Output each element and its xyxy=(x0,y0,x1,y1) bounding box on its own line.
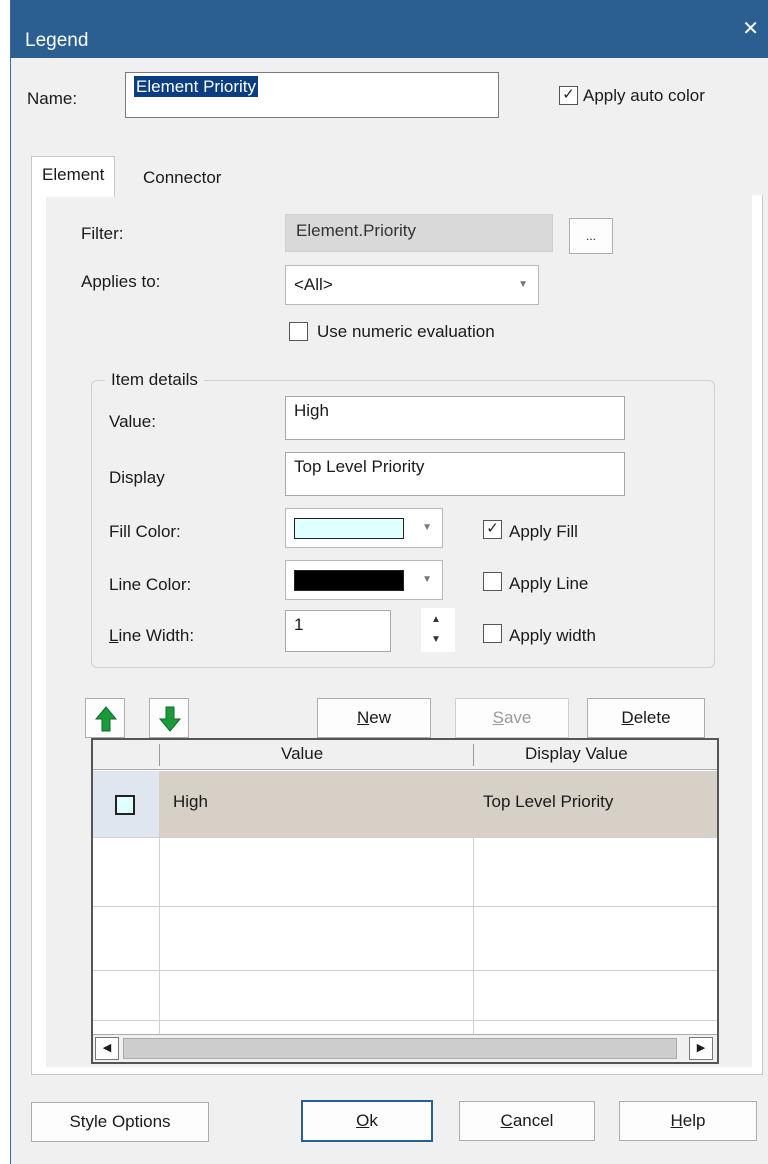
chevron-down-icon: ▼ xyxy=(422,574,432,585)
line-width-spinner: ▲ ▼ xyxy=(421,608,455,652)
filter-browse-button[interactable]: ... xyxy=(569,218,613,254)
column-header-display-value[interactable]: Display Value xyxy=(525,744,628,764)
move-up-button[interactable] xyxy=(85,698,125,738)
tab-strip: Element Connector xyxy=(31,154,763,197)
arrow-up-icon xyxy=(94,706,118,732)
name-input[interactable]: Element Priority xyxy=(125,72,499,118)
apply-line-checkbox[interactable] xyxy=(483,572,502,591)
scroll-left-icon[interactable]: ◀ xyxy=(95,1037,119,1060)
filter-field: Element.Priority xyxy=(285,214,553,252)
applies-to-label: Applies to: xyxy=(81,272,161,291)
line-color-swatch xyxy=(294,570,404,591)
apply-auto-color-label: Apply auto color xyxy=(583,86,705,105)
save-button-accel: S xyxy=(492,708,504,727)
new-button[interactable]: New xyxy=(317,698,431,738)
row-display-cell: Top Level Priority xyxy=(483,792,614,811)
spin-up-icon[interactable]: ▲ xyxy=(431,614,441,625)
tab-element-label: Element xyxy=(42,165,105,184)
value-input-text: High xyxy=(294,401,329,420)
title-bar: Legend ✕ xyxy=(11,0,768,58)
filter-browse-label: ... xyxy=(585,229,596,243)
numeric-eval-label: Use numeric evaluation xyxy=(317,322,495,341)
grid-row-line xyxy=(93,970,717,971)
applies-to-value: <All> xyxy=(294,275,333,294)
line-width-value: 1 xyxy=(294,615,304,634)
line-width-label: Line Width: xyxy=(109,626,194,646)
spin-down-icon[interactable]: ▼ xyxy=(431,634,441,645)
ok-button-accel: O xyxy=(356,1111,370,1130)
apply-width-checkbox[interactable] xyxy=(483,624,502,643)
scroll-right-icon[interactable]: ▶ xyxy=(689,1037,713,1060)
horizontal-scrollbar[interactable]: ◀ ▶ xyxy=(93,1034,717,1062)
value-input[interactable]: High xyxy=(285,396,625,440)
fill-color-picker[interactable]: ▼ xyxy=(285,508,443,548)
header-divider xyxy=(473,744,474,766)
line-color-picker[interactable]: ▼ xyxy=(285,560,443,600)
grid-column-line xyxy=(473,837,474,1035)
tab-connector[interactable]: Connector xyxy=(133,160,232,196)
legend-dialog: Legend ✕ Name: Element Priority ✓ Apply … xyxy=(10,0,768,1164)
row-value-cell: High xyxy=(173,792,208,811)
filter-value: Element.Priority xyxy=(296,221,416,240)
value-label: Value: xyxy=(109,412,156,431)
legend-items-grid: Value Display Value High Top Level Prior… xyxy=(91,738,719,1064)
fill-color-swatch xyxy=(294,518,404,539)
style-options-button[interactable]: Style Options xyxy=(31,1102,209,1142)
name-input-value: Element Priority xyxy=(134,76,258,97)
header-divider xyxy=(159,744,160,766)
cancel-button-accel: C xyxy=(500,1111,513,1130)
apply-fill-checkbox[interactable]: ✓ xyxy=(483,520,502,539)
line-width-input[interactable]: 1 xyxy=(285,610,391,652)
help-button[interactable]: Help xyxy=(619,1101,757,1141)
display-label: Display xyxy=(109,468,165,487)
style-options-label: Style Options xyxy=(69,1112,171,1131)
display-input-text: Top Level Priority xyxy=(294,457,425,476)
item-details-legend: Item details xyxy=(105,370,204,390)
filter-label: Filter: xyxy=(81,224,124,243)
scrollbar-thumb[interactable] xyxy=(123,1038,677,1059)
ok-button-rest: k xyxy=(369,1111,378,1130)
help-button-rest: elp xyxy=(682,1111,706,1130)
move-down-button[interactable] xyxy=(149,698,189,738)
delete-button-accel: D xyxy=(621,708,634,727)
name-label: Name: xyxy=(27,89,78,108)
line-width-label-rest: ine Width: xyxy=(118,626,195,645)
cancel-button[interactable]: Cancel xyxy=(459,1101,595,1141)
grid-row-line xyxy=(93,1020,717,1021)
apply-line-label: Apply Line xyxy=(509,574,589,593)
apply-auto-color-checkbox[interactable]: ✓ xyxy=(559,86,578,105)
grid-header: Value Display Value xyxy=(93,740,717,770)
help-button-accel: H xyxy=(670,1111,683,1130)
grid-column-line xyxy=(159,837,160,1035)
tab-element[interactable]: Element xyxy=(31,156,116,197)
row-color-swatch xyxy=(115,795,135,815)
arrow-down-icon xyxy=(158,706,182,732)
numeric-eval-checkbox[interactable] xyxy=(289,322,308,341)
new-button-rest: ew xyxy=(369,708,391,727)
new-button-accel: N xyxy=(356,708,370,727)
close-icon[interactable]: ✕ xyxy=(742,16,759,41)
grid-row-line xyxy=(93,906,717,907)
applies-to-select[interactable]: <All> ▼ xyxy=(285,265,539,305)
save-button-rest: ave xyxy=(503,708,532,727)
ok-button[interactable]: Ok xyxy=(301,1100,433,1142)
line-color-label: Line Color: xyxy=(109,575,192,594)
tab-connector-label: Connector xyxy=(143,168,222,187)
grid-row-line xyxy=(93,837,717,838)
window-title: Legend xyxy=(25,30,89,51)
save-button[interactable]: Save xyxy=(455,698,569,738)
display-input[interactable]: Top Level Priority xyxy=(285,452,625,496)
delete-button[interactable]: Delete xyxy=(587,698,705,738)
delete-button-rest: elete xyxy=(633,708,671,727)
chevron-down-icon: ▼ xyxy=(422,522,432,533)
chevron-down-icon: ▼ xyxy=(518,279,528,290)
apply-fill-label: Apply Fill xyxy=(509,522,578,541)
fill-color-label: Fill Color: xyxy=(109,522,181,541)
column-header-value[interactable]: Value xyxy=(281,744,323,764)
cancel-button-rest: ancel xyxy=(512,1111,554,1130)
apply-width-label: Apply width xyxy=(509,626,596,645)
